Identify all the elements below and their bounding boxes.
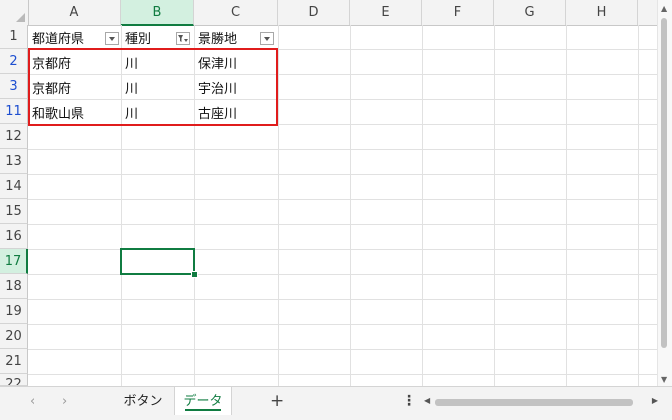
- row-header-17[interactable]: 17: [0, 249, 28, 274]
- filter-dropdown-c[interactable]: [260, 32, 274, 45]
- active-tab-underline: [185, 409, 221, 411]
- column-header-partial: [638, 0, 658, 25]
- sheet-tab-data[interactable]: データ: [174, 387, 232, 415]
- row-header-19[interactable]: 19: [0, 299, 28, 324]
- gridline: [494, 25, 495, 386]
- gridline: [28, 224, 658, 225]
- scroll-left-icon[interactable]: ◀: [424, 396, 430, 405]
- gridline: [28, 299, 658, 300]
- gridline: [28, 374, 658, 375]
- more-options-icon[interactable]: ⋮: [402, 393, 416, 409]
- row-header-18[interactable]: 18: [0, 274, 28, 299]
- sheet-tab-data-label: データ: [183, 394, 223, 409]
- row-header-13[interactable]: 13: [0, 149, 28, 174]
- chevron-down-icon: [264, 37, 270, 41]
- row-header-15[interactable]: 15: [0, 199, 28, 224]
- gridline: [28, 199, 658, 200]
- add-sheet-icon[interactable]: +: [270, 391, 284, 411]
- column-header-row: A B C D E F G H: [0, 0, 658, 26]
- active-cell-b17[interactable]: [120, 248, 195, 275]
- filter-dropdown-a[interactable]: [105, 32, 119, 45]
- scroll-down-icon[interactable]: ▼: [661, 375, 667, 384]
- prev-sheet-icon[interactable]: ‹: [30, 394, 35, 409]
- column-header-d[interactable]: D: [278, 0, 350, 25]
- gridline: [638, 25, 639, 386]
- fill-handle[interactable]: [191, 271, 198, 278]
- vertical-scroll-thumb[interactable]: [661, 18, 667, 348]
- sheet-tab-button[interactable]: ボタン: [113, 387, 173, 415]
- column-header-g[interactable]: G: [494, 0, 566, 25]
- row-header-12[interactable]: 12: [0, 124, 28, 149]
- column-header-c[interactable]: C: [194, 0, 278, 25]
- gridline: [28, 349, 658, 350]
- row-header-3[interactable]: 3: [0, 74, 28, 99]
- vertical-scrollbar[interactable]: ▲ ▼: [657, 0, 672, 386]
- gridline: [28, 149, 658, 150]
- scroll-right-icon[interactable]: ▶: [652, 396, 658, 405]
- row-header-16[interactable]: 16: [0, 224, 28, 249]
- gridline: [422, 25, 423, 386]
- sheet-tab-bar: ‹ › ボタン データ + ⋮ ◀ ▶: [0, 386, 672, 420]
- gridline: [566, 25, 567, 386]
- select-all-triangle-icon: [16, 13, 25, 22]
- select-all-corner[interactable]: [0, 0, 29, 25]
- row-header-11[interactable]: 11: [0, 99, 28, 124]
- row-header-1[interactable]: 1: [0, 25, 28, 49]
- next-sheet-icon[interactable]: ›: [62, 394, 67, 409]
- row-header-21[interactable]: 21: [0, 349, 28, 374]
- column-header-f[interactable]: F: [422, 0, 494, 25]
- filter-funnel-icon: [178, 35, 188, 42]
- column-header-h[interactable]: H: [566, 0, 638, 25]
- scroll-up-icon[interactable]: ▲: [661, 4, 667, 13]
- row-header-22[interactable]: 22: [0, 374, 28, 386]
- gridline: [278, 25, 279, 386]
- gridline: [28, 174, 658, 175]
- column-header-e[interactable]: E: [350, 0, 422, 25]
- chevron-down-icon: [109, 37, 115, 41]
- filter-active-b[interactable]: [176, 32, 190, 45]
- highlight-annotation-box: [28, 48, 278, 126]
- row-header-2[interactable]: 2: [0, 49, 28, 74]
- horizontal-scrollbar[interactable]: ◀ ▶: [420, 396, 658, 410]
- spreadsheet-grid[interactable]: A B C D E F G H 1 2 3 11 12 13 14 15 16 …: [0, 0, 658, 386]
- column-header-a[interactable]: A: [28, 0, 121, 25]
- column-header-b[interactable]: B: [121, 0, 194, 26]
- horizontal-scroll-thumb[interactable]: [435, 399, 633, 406]
- row-header-20[interactable]: 20: [0, 324, 28, 349]
- gridline: [350, 25, 351, 386]
- row-header-14[interactable]: 14: [0, 174, 28, 199]
- gridline: [28, 324, 658, 325]
